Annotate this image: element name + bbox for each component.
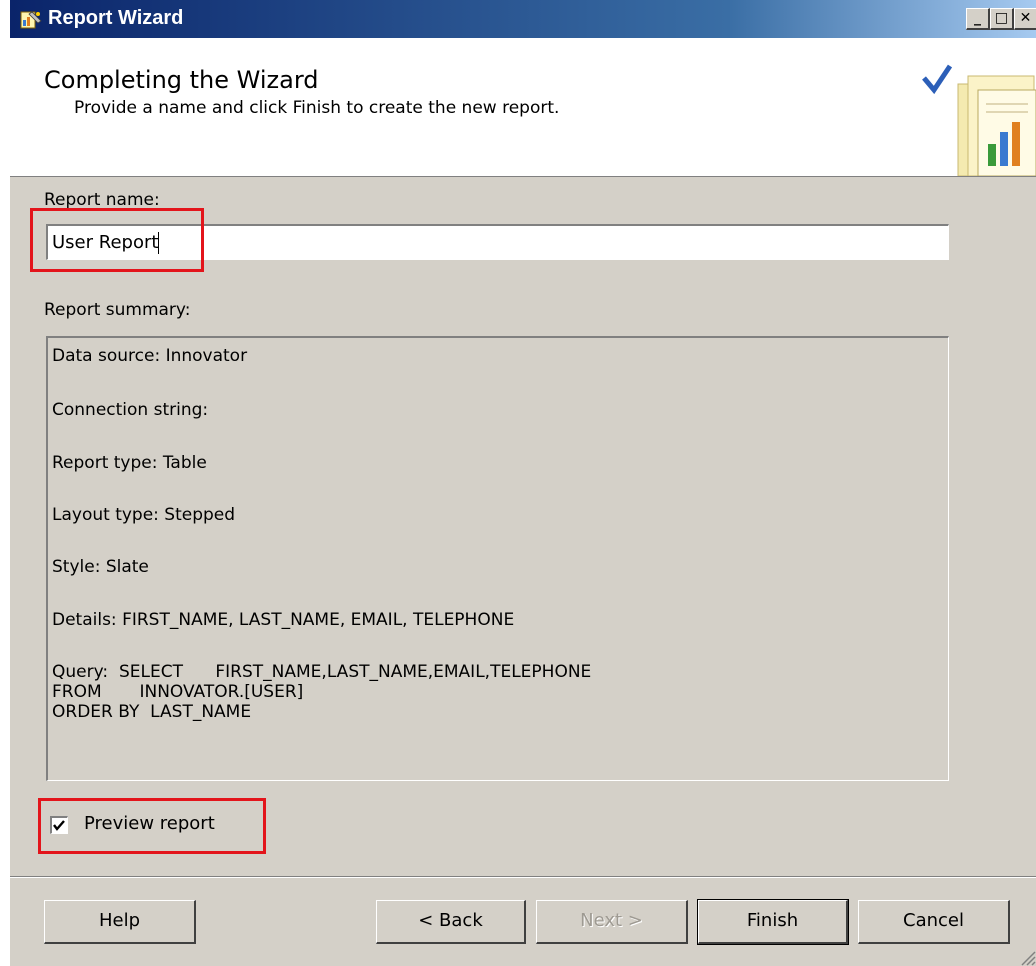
page-title: Completing the Wizard xyxy=(44,66,319,94)
minimize-icon: _ xyxy=(974,10,981,26)
back-button[interactable]: < Back xyxy=(376,900,526,944)
maximize-icon: □ xyxy=(994,10,1009,26)
report-name-label: Report name: xyxy=(44,190,160,210)
wizard-header: Completing the Wizard Provide a name and… xyxy=(10,38,1036,177)
minimize-button[interactable]: _ xyxy=(966,8,990,30)
summary-line-report-type: Report type: Table xyxy=(52,453,207,473)
wizard-report-graphic-icon xyxy=(922,48,1036,176)
report-summary-label: Report summary: xyxy=(44,300,191,320)
help-button[interactable]: Help xyxy=(44,900,196,944)
report-wizard-window: Report Wizard _ □ ✕ Completing the Wizar… xyxy=(10,0,1036,966)
highlight-box-report-name xyxy=(30,208,204,272)
page-description: Provide a name and click Finish to creat… xyxy=(74,98,560,118)
summary-line-from: FROM INNOVATOR.[USER] xyxy=(52,682,304,702)
cancel-button[interactable]: Cancel xyxy=(858,900,1010,944)
maximize-button[interactable]: □ xyxy=(990,8,1014,30)
summary-line-data-source: Data source: Innovator xyxy=(52,346,248,366)
footer-separator xyxy=(10,876,1036,878)
report-wizard-icon xyxy=(20,11,42,29)
highlight-box-preview-report xyxy=(38,798,266,854)
window-title: Report Wizard xyxy=(48,7,184,29)
next-button[interactable]: Next > xyxy=(536,900,688,944)
summary-line-connection-string: Connection string: xyxy=(52,400,209,420)
resize-grip-icon[interactable] xyxy=(1018,948,1036,966)
finish-button[interactable]: Finish xyxy=(697,899,849,945)
title-bar[interactable]: Report Wizard _ □ ✕ xyxy=(10,0,1036,38)
summary-line-query: Query: SELECT FIRST_NAME,LAST_NAME,EMAIL… xyxy=(52,662,592,682)
summary-line-layout-type: Layout type: Stepped xyxy=(52,505,236,525)
summary-line-order-by: ORDER BY LAST_NAME xyxy=(52,702,252,722)
summary-line-details: Details: FIRST_NAME, LAST_NAME, EMAIL, T… xyxy=(52,610,515,630)
summary-line-style: Style: Slate xyxy=(52,557,149,577)
report-summary-box[interactable]: Data source: Innovator Connection string… xyxy=(46,336,949,781)
close-icon: ✕ xyxy=(1019,10,1032,26)
close-button[interactable]: ✕ xyxy=(1014,8,1036,30)
